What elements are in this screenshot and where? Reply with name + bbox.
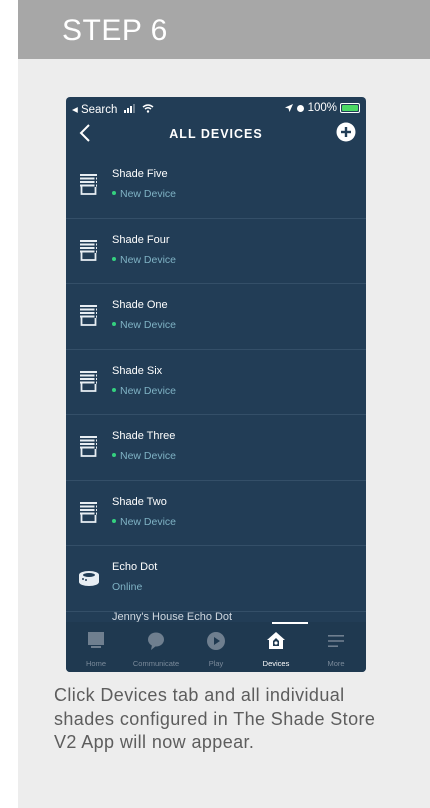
location-arrow-icon — [284, 104, 293, 112]
device-name: Shade Six — [112, 364, 163, 377]
device-name: Shade Five — [112, 168, 168, 180]
shade-icon — [80, 239, 97, 261]
status-bar-right: 100% — [284, 102, 360, 114]
device-status-text: New Device — [120, 515, 177, 528]
device-status-text: Online — [112, 581, 143, 593]
tab-label: Communicate — [132, 659, 180, 668]
device-name: Shade One — [112, 299, 168, 311]
signal-icon — [123, 104, 135, 113]
device-row[interactable]: Shade Three New Device — [66, 415, 366, 481]
tab-devices[interactable]: Devices — [246, 622, 306, 672]
step-card: STEP 6 ◂ Search 100% ALL DEVICES Shade F… — [0, 0, 430, 808]
status-dot — [112, 322, 116, 327]
device-status-text: New Device — [120, 188, 177, 200]
device-row[interactable]: Shade One New Device — [66, 284, 366, 350]
status-bar-left: ◂ Search — [72, 102, 154, 116]
status-dot — [112, 453, 116, 458]
tab-label: Play — [208, 659, 224, 668]
wifi-icon — [142, 104, 154, 113]
home-icon — [88, 632, 104, 648]
status-dot — [112, 518, 116, 523]
device-row[interactable]: Shade Four New Device — [66, 219, 366, 284]
device-status: New Device — [112, 450, 176, 462]
tab-home[interactable]: Home — [66, 622, 126, 672]
tab-communicate[interactable]: Communicate — [126, 622, 186, 672]
device-row[interactable]: Echo Dot Online — [66, 546, 366, 612]
device-status: Online — [112, 581, 142, 593]
device-status: New Device — [112, 385, 176, 397]
tab-label: More — [327, 659, 345, 668]
device-row[interactable]: Shade Six New Device — [66, 350, 366, 415]
add-device-icon[interactable] — [336, 122, 356, 142]
shade-icon — [80, 501, 97, 523]
tab-more[interactable]: More — [306, 622, 366, 672]
tab-play[interactable]: Play — [186, 622, 246, 672]
tab-label: Devices — [262, 659, 290, 668]
device-status-text: New Device — [120, 253, 177, 266]
device-status: New Device — [112, 188, 176, 200]
shade-icon — [80, 370, 97, 392]
menu-lines-icon — [328, 635, 344, 647]
device-status-text: New Device — [120, 450, 177, 462]
step-caption: Click Devices tab and all individual sha… — [54, 685, 376, 752]
battery-percent: 100% — [307, 102, 337, 114]
phone-screenshot: ◂ Search 100% ALL DEVICES Shade Five New… — [66, 97, 366, 672]
status-dot — [112, 191, 116, 196]
device-name: Echo Dot — [112, 561, 158, 573]
status-dot — [112, 256, 116, 261]
device-list: Shade Five New Device Shade Four New Devic… — [66, 153, 366, 612]
device-name: Shade Four — [112, 233, 170, 246]
alarm-icon — [296, 104, 304, 112]
device-status: New Device — [112, 254, 176, 266]
echo-dot-icon — [79, 571, 99, 586]
tab-label: Home — [85, 659, 106, 668]
back-to-app-link[interactable]: ◂ Search — [72, 104, 117, 116]
device-row[interactable]: Shade Five New Device — [66, 153, 366, 219]
page-title: ALL DEVICES — [169, 127, 263, 141]
device-status-text: New Device — [120, 319, 177, 331]
shade-icon — [80, 305, 97, 326]
step-title: STEP 6 — [62, 14, 168, 47]
device-name: Shade Three — [112, 430, 176, 442]
nav-bar: ALL DEVICES — [66, 119, 366, 153]
device-name: Shade Two — [112, 495, 167, 508]
status-bar: ◂ Search 100% — [66, 97, 366, 119]
device-status-text: New Device — [120, 384, 177, 397]
chat-bubble-icon — [148, 632, 164, 650]
step-header: STEP 6 — [18, 0, 430, 59]
battery-icon — [340, 103, 360, 113]
device-status: New Device — [112, 516, 176, 528]
devices-house-icon — [267, 632, 285, 649]
shade-icon — [80, 174, 97, 195]
device-row[interactable]: Shade Two New Device — [66, 481, 366, 546]
device-status: New Device — [112, 319, 176, 331]
play-icon — [207, 632, 225, 650]
status-dot — [112, 387, 116, 392]
shade-icon — [80, 436, 97, 457]
tab-bar: Home Communicate Play Devices More — [66, 622, 366, 672]
